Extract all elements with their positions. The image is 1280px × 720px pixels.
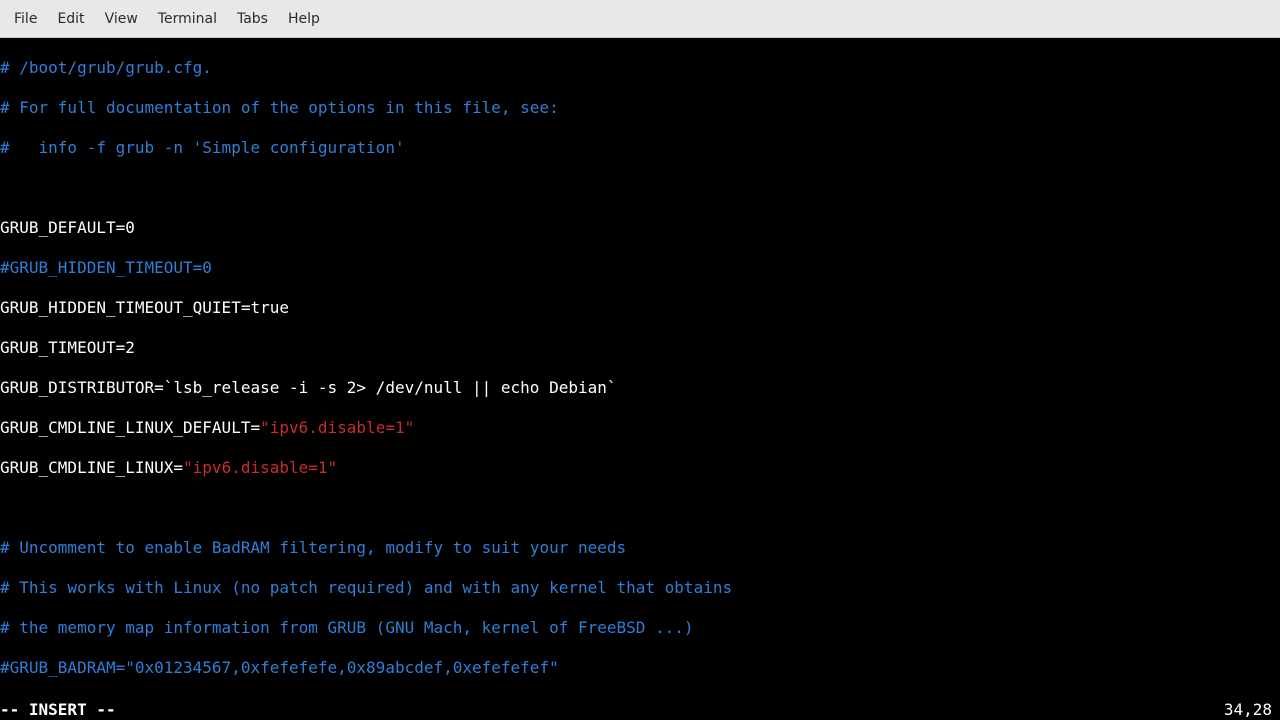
code-string: "ipv6.disable=1" — [183, 458, 337, 477]
code-string: "ipv6.disable=1" — [260, 418, 414, 437]
code-line: GRUB_CMDLINE_LINUX_DEFAULT= — [0, 418, 260, 437]
code-line: GRUB_HIDDEN_TIMEOUT_QUIET=true — [0, 298, 289, 317]
vim-mode: -- INSERT -- — [0, 700, 116, 720]
menu-view[interactable]: View — [97, 9, 146, 29]
code-line: # the memory map information from GRUB (… — [0, 618, 694, 637]
code-line: GRUB_DISTRIBUTOR=`lsb_release -i -s 2> /… — [0, 378, 617, 397]
code-line: GRUB_DEFAULT=0 — [0, 218, 135, 237]
menu-terminal[interactable]: Terminal — [150, 9, 225, 29]
menubar: File Edit View Terminal Tabs Help — [0, 0, 1280, 38]
code-line: GRUB_CMDLINE_LINUX= — [0, 458, 183, 477]
code-line: # Uncomment to enable BadRAM filtering, … — [0, 538, 626, 557]
vim-status-bar: -- INSERT -- 34,28 — [0, 700, 1280, 720]
menu-help[interactable]: Help — [280, 9, 328, 29]
code-line: # /boot/grub/grub.cfg. — [0, 58, 212, 77]
code-line: #GRUB_HIDDEN_TIMEOUT=0 — [0, 258, 212, 277]
code-line: # info -f grub -n 'Simple configuration' — [0, 138, 405, 157]
code-line: # For full documentation of the options … — [0, 98, 559, 117]
menu-file[interactable]: File — [6, 9, 45, 29]
menu-edit[interactable]: Edit — [49, 9, 92, 29]
vim-position: 34,28 — [1224, 700, 1280, 720]
terminal-viewport[interactable]: # /boot/grub/grub.cfg. # For full docume… — [0, 38, 1280, 720]
code-line: # This works with Linux (no patch requir… — [0, 578, 732, 597]
code-line: #GRUB_BADRAM="0x01234567,0xfefefefe,0x89… — [0, 658, 559, 677]
code-line: GRUB_TIMEOUT=2 — [0, 338, 135, 357]
menu-tabs[interactable]: Tabs — [229, 9, 276, 29]
